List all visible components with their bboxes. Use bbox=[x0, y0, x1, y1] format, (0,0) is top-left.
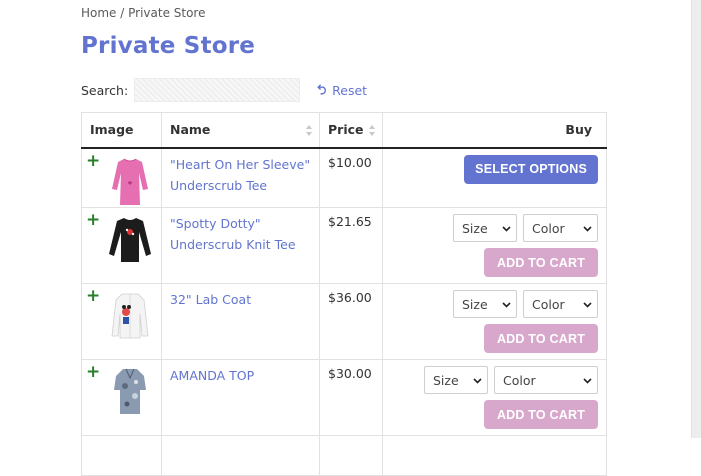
product-name-line1: "Heart On Her Sleeve" bbox=[170, 156, 311, 172]
buy-cell: SELECT OPTIONS bbox=[382, 147, 607, 208]
chevron-down-icon bbox=[502, 301, 511, 308]
reset-label: Reset bbox=[332, 82, 368, 98]
price-cell: $30.00 bbox=[319, 359, 383, 436]
image-cell: + bbox=[81, 283, 162, 360]
add-to-cart-button[interactable]: ADD TO CART bbox=[484, 248, 598, 277]
color-select[interactable]: Color bbox=[523, 290, 598, 318]
breadcrumb-separator: / bbox=[116, 6, 129, 20]
name-cell: AMANDA TOP bbox=[161, 359, 320, 436]
page-title: Private Store bbox=[81, 33, 256, 59]
size-select[interactable]: Size bbox=[453, 214, 517, 242]
product-name-line2: Underscrub Knit Tee bbox=[170, 237, 296, 252]
variation-selects: Size Color bbox=[391, 366, 598, 394]
reset-link[interactable]: Reset bbox=[316, 83, 367, 98]
column-header-name-label: Name bbox=[170, 122, 211, 138]
price-cell bbox=[319, 435, 383, 476]
size-select-value: Size bbox=[462, 220, 488, 236]
table-row: + "Heart On Her Sleeve" Underscrub Tee $1… bbox=[81, 147, 607, 208]
color-select-value: Color bbox=[532, 296, 565, 312]
name-cell: 32" Lab Coat bbox=[161, 283, 320, 360]
color-select-value: Color bbox=[532, 220, 565, 236]
expand-plus-icon[interactable]: + bbox=[86, 212, 100, 229]
product-thumbnail[interactable] bbox=[106, 214, 154, 266]
size-select[interactable]: Size bbox=[424, 366, 488, 394]
select-options-button[interactable]: SELECT OPTIONS bbox=[464, 154, 598, 184]
image-cell: + bbox=[81, 359, 162, 436]
buy-cell bbox=[382, 435, 607, 476]
products-table: Image Name Price Buy + "Heart On Her Sle… bbox=[81, 112, 607, 476]
product-link[interactable]: "Heart On Her Sleeve" Underscrub Tee bbox=[170, 157, 310, 193]
chevron-down-icon bbox=[583, 377, 592, 384]
search-label: Search: bbox=[81, 82, 129, 98]
sort-icon[interactable] bbox=[306, 125, 312, 136]
size-select[interactable]: Size bbox=[453, 290, 517, 318]
price-cell: $21.65 bbox=[319, 207, 383, 284]
color-select-value: Color bbox=[503, 372, 536, 388]
undo-icon bbox=[317, 84, 327, 95]
product-name-line2: Underscrub Tee bbox=[170, 177, 268, 193]
chevron-down-icon bbox=[583, 225, 592, 232]
table-row: + 32" Lab Coat $36.00 Size Color ADD TO … bbox=[81, 283, 607, 360]
search-input[interactable] bbox=[134, 78, 301, 102]
name-cell bbox=[161, 435, 320, 476]
color-select[interactable]: Color bbox=[494, 366, 598, 394]
column-header-price[interactable]: Price bbox=[319, 112, 383, 149]
sort-icon[interactable] bbox=[369, 125, 375, 136]
product-name-line1: "Spotty Dotty" bbox=[170, 216, 261, 231]
search-bar: Search: Reset bbox=[81, 77, 367, 103]
column-header-name[interactable]: Name bbox=[161, 112, 320, 149]
buy-cell: Size Color ADD TO CART bbox=[382, 283, 607, 360]
chevron-down-icon bbox=[502, 225, 511, 232]
table-row bbox=[81, 435, 607, 476]
expand-plus-icon[interactable]: + bbox=[86, 152, 100, 170]
expand-plus-icon[interactable]: + bbox=[86, 288, 100, 305]
buy-cell: Size Color ADD TO CART bbox=[382, 359, 607, 436]
chevron-down-icon bbox=[583, 301, 592, 308]
breadcrumb-home-link[interactable]: Home bbox=[81, 6, 116, 20]
product-link[interactable]: 32" Lab Coat bbox=[170, 292, 251, 307]
image-cell bbox=[81, 435, 162, 476]
column-header-price-label: Price bbox=[328, 122, 364, 138]
variation-selects: Size Color bbox=[391, 214, 598, 242]
image-cell: + bbox=[81, 207, 162, 284]
column-header-buy: Buy bbox=[382, 112, 607, 149]
product-link[interactable]: AMANDA TOP bbox=[170, 368, 254, 383]
price-cell: $10.00 bbox=[319, 147, 383, 208]
price-cell: $36.00 bbox=[319, 283, 383, 360]
variation-selects: Size Color bbox=[391, 290, 598, 318]
size-select-value: Size bbox=[462, 296, 488, 312]
product-thumbnail[interactable] bbox=[106, 290, 154, 342]
image-cell: + bbox=[81, 147, 162, 208]
table-row: + "Spotty Dotty" Underscrub Knit Tee $21.… bbox=[81, 207, 607, 284]
product-name-line1: AMANDA TOP bbox=[170, 368, 255, 383]
product-thumbnail[interactable] bbox=[106, 155, 154, 207]
table-header-row: Image Name Price Buy bbox=[81, 112, 607, 149]
size-select-value: Size bbox=[433, 372, 459, 388]
page-scrollbar[interactable] bbox=[691, 0, 701, 438]
add-to-cart-button[interactable]: ADD TO CART bbox=[484, 324, 598, 353]
breadcrumb-current: Private Store bbox=[128, 6, 206, 20]
product-thumbnail[interactable] bbox=[106, 366, 154, 418]
chevron-down-icon bbox=[473, 377, 482, 384]
buy-cell: Size Color ADD TO CART bbox=[382, 207, 607, 284]
product-name-line1: 32" Lab Coat bbox=[170, 292, 252, 307]
name-cell: "Spotty Dotty" Underscrub Knit Tee bbox=[161, 207, 320, 284]
breadcrumb: Home / Private Store bbox=[81, 6, 205, 20]
column-header-image: Image bbox=[81, 112, 162, 149]
name-cell: "Heart On Her Sleeve" Underscrub Tee bbox=[161, 147, 320, 208]
product-link[interactable]: "Spotty Dotty" Underscrub Knit Tee bbox=[170, 216, 296, 252]
table-row: + AMANDA TOP $30.00 Size Color ADD TO CA… bbox=[81, 359, 607, 436]
add-to-cart-button[interactable]: ADD TO CART bbox=[484, 400, 598, 429]
color-select[interactable]: Color bbox=[523, 214, 598, 242]
expand-plus-icon[interactable]: + bbox=[86, 364, 100, 381]
